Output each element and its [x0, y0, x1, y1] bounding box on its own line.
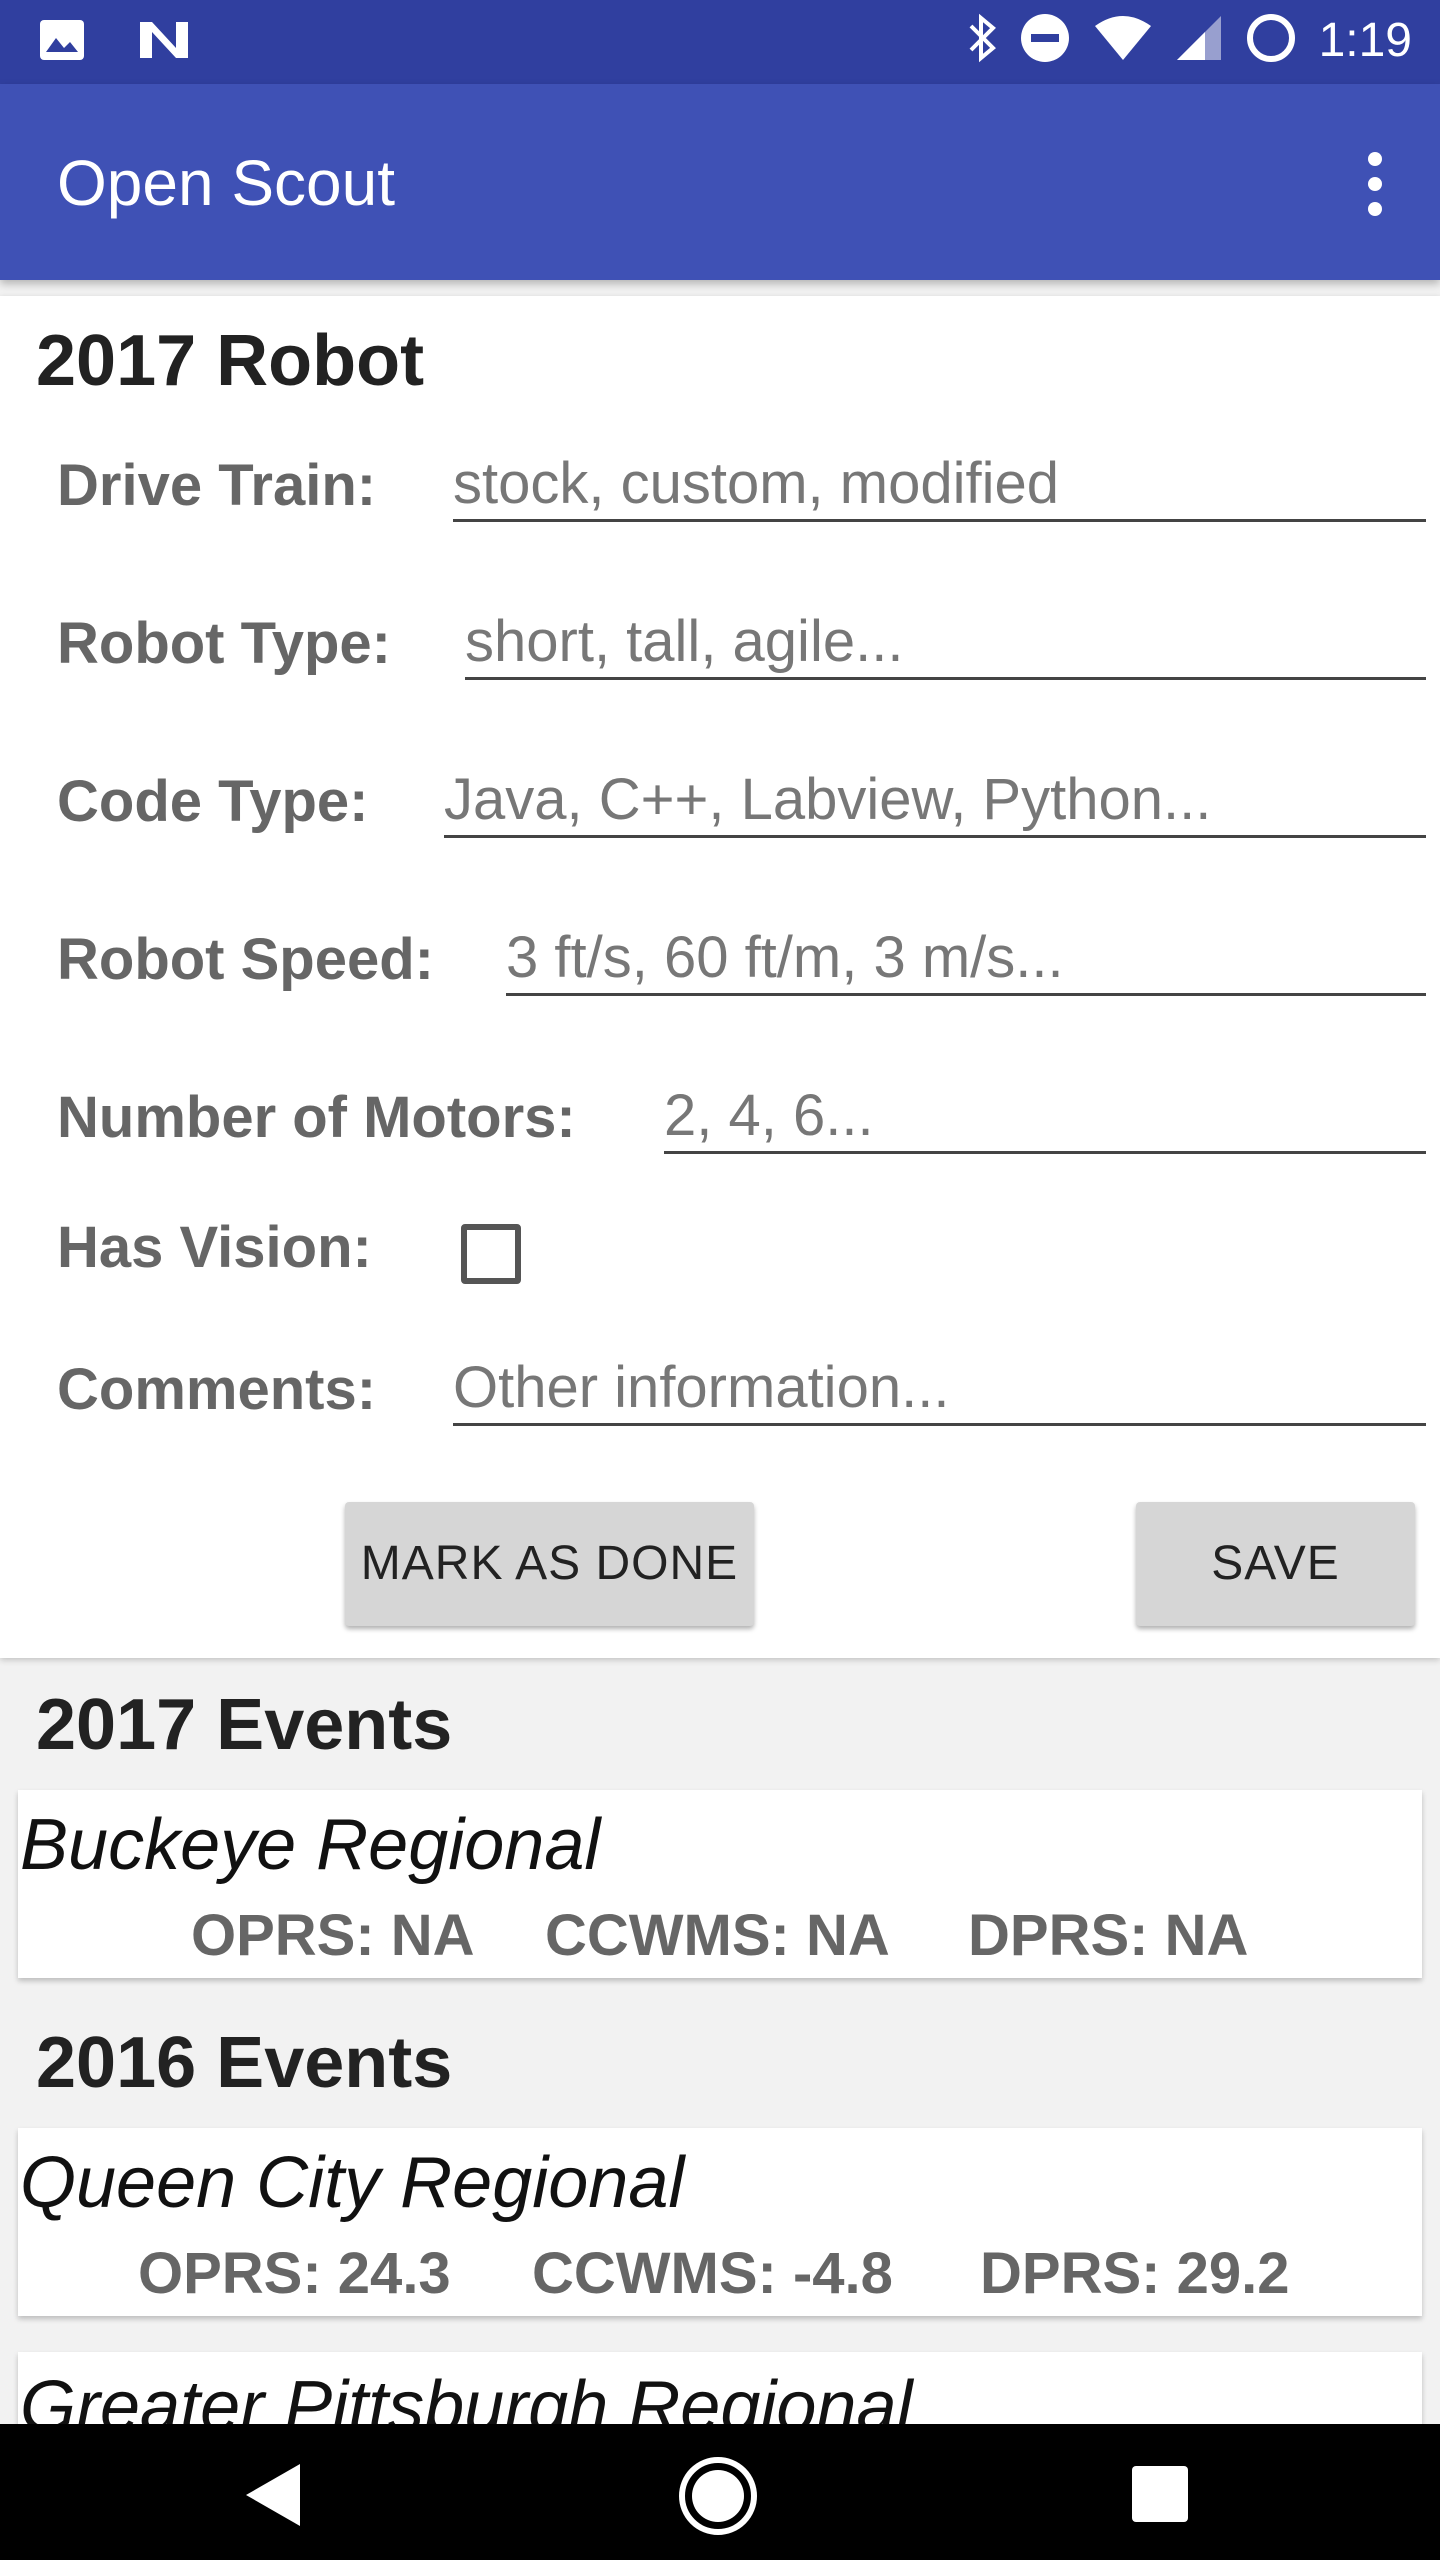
- events-2016-title: 2016 Events: [36, 2023, 453, 2103]
- event-card-queen-city[interactable]: Queen City Regional OPRS: 24.3 CCWMS: -4…: [18, 2128, 1422, 2316]
- more-vert-icon[interactable]: [1350, 144, 1400, 224]
- navigation-bar: [0, 2424, 1440, 2560]
- ccwms-stat: CCWMS: NA: [545, 1903, 890, 1968]
- bluetooth-icon: [967, 12, 997, 69]
- robot-card: 2017 Robot Drive Train: stock, custom, m…: [0, 296, 1440, 1658]
- event-name: Buckeye Regional: [20, 1805, 601, 1885]
- status-time: 1:19: [1318, 14, 1412, 67]
- event-card-buckeye[interactable]: Buckeye Regional OPRS: NA CCWMS: NA DPRS…: [18, 1790, 1422, 1978]
- robot-speed-label: Robot Speed:: [57, 927, 434, 992]
- has-vision-label: Has Vision:: [57, 1215, 372, 1280]
- comments-input[interactable]: Other information...: [453, 1346, 1426, 1426]
- comments-label: Comments:: [57, 1357, 377, 1422]
- save-button[interactable]: SAVE: [1136, 1502, 1415, 1626]
- oprs-stat: OPRS: NA: [191, 1903, 475, 1968]
- signal-icon: [1175, 14, 1223, 67]
- home-icon[interactable]: [676, 2454, 760, 2543]
- code-type-label: Code Type:: [57, 769, 369, 834]
- dprs-stat: DPRS: NA: [968, 1903, 1249, 1968]
- oprs-stat: OPRS: 24.3: [138, 2241, 451, 2306]
- status-bar: 1:19: [0, 0, 1440, 84]
- dprs-stat: DPRS: 29.2: [980, 2241, 1290, 2306]
- app-bar: Open Scout: [0, 84, 1440, 280]
- recents-icon[interactable]: [1130, 2464, 1190, 2529]
- has-vision-checkbox[interactable]: [461, 1224, 521, 1284]
- mark-as-done-button[interactable]: MARK AS DONE: [345, 1502, 754, 1626]
- code-type-input[interactable]: Java, C++, Labview, Python...: [444, 758, 1426, 838]
- battery-icon: [1245, 12, 1297, 69]
- event-name: Queen City Regional: [20, 2143, 685, 2223]
- drive-train-label: Drive Train:: [57, 453, 377, 518]
- robot-section-title: 2017 Robot: [36, 321, 425, 401]
- image-icon: [38, 18, 86, 67]
- motors-label: Number of Motors:: [57, 1085, 576, 1150]
- n-logo-icon: [136, 18, 192, 67]
- back-icon[interactable]: [240, 2460, 310, 2535]
- wifi-icon: [1093, 14, 1153, 67]
- app-title: Open Scout: [57, 147, 395, 219]
- robot-type-input[interactable]: short, tall, agile...: [465, 600, 1426, 680]
- events-2017-title: 2017 Events: [36, 1685, 453, 1765]
- motors-input[interactable]: 2, 4, 6...: [664, 1074, 1426, 1154]
- drive-train-input[interactable]: stock, custom, modified: [453, 442, 1426, 522]
- ccwms-stat: CCWMS: -4.8: [532, 2241, 893, 2306]
- robot-type-label: Robot Type:: [57, 611, 391, 676]
- do-not-disturb-icon: [1019, 12, 1071, 69]
- robot-speed-input[interactable]: 3 ft/s, 60 ft/m, 3 m/s...: [506, 916, 1426, 996]
